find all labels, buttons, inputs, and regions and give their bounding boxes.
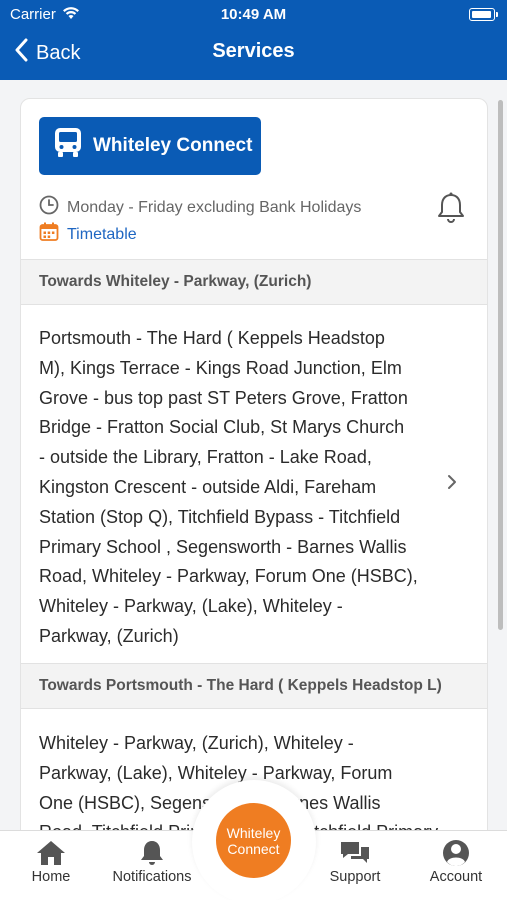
account-icon xyxy=(443,840,469,867)
stops-line: Primary School , Segensworth - Barnes Wa… xyxy=(39,536,407,557)
stops-line: Grove - bus top past ST Peters Grove, Fr… xyxy=(39,387,408,408)
direction-heading-2: Towards Portsmouth - The Hard ( Keppels … xyxy=(21,663,487,709)
center-button-line2: Connect xyxy=(227,840,280,857)
tab-home[interactable]: Home xyxy=(1,839,101,885)
schedule-row: Monday - Friday excluding Bank Holidays xyxy=(39,195,361,220)
bell-icon[interactable] xyxy=(435,191,467,225)
tab-support-label: Support xyxy=(329,869,381,885)
scrollbar[interactable] xyxy=(498,100,503,630)
stops-line: Bridge - Fratton Social Club, St Marys C… xyxy=(39,417,405,438)
calendar-icon xyxy=(39,222,59,247)
stops-line: Station (Stop Q), Titchfield Bypass - Ti… xyxy=(39,506,401,527)
service-card: Whiteley Connect Monday - Friday excludi… xyxy=(20,98,488,858)
tab-home-label: Home xyxy=(31,869,71,885)
chevron-right-icon[interactable] xyxy=(445,473,459,491)
stops-line: - outside the Library, Fratton - Lake Ro… xyxy=(39,447,372,468)
route-button[interactable]: Whiteley Connect xyxy=(39,117,261,175)
center-button-line1: Whiteley xyxy=(226,824,281,841)
timetable-label: Timetable xyxy=(67,225,137,243)
stops-list-1[interactable]: Portsmouth - The Hard ( Keppels Headstop… xyxy=(39,324,439,652)
tab-account-label: Account xyxy=(429,869,483,885)
home-icon xyxy=(37,841,65,865)
page-title: Services xyxy=(212,40,295,62)
clock-icon xyxy=(39,195,59,220)
app-header: Carrier 10:49 AM Back Services xyxy=(0,0,507,80)
tab-notifications[interactable]: Notifications xyxy=(102,839,202,885)
status-time: 10:49 AM xyxy=(220,6,287,23)
timetable-link[interactable]: Timetable xyxy=(39,222,137,247)
status-bar: Carrier 10:49 AM xyxy=(0,4,507,26)
stops-line: Portsmouth - The Hard ( Keppels Headstop xyxy=(39,328,385,348)
battery-icon xyxy=(469,8,498,21)
stops-line: Kingston Crescent - outside Aldi, Fareha… xyxy=(39,476,377,497)
route-name: Whiteley Connect xyxy=(93,135,253,156)
tab-account[interactable]: Account xyxy=(406,839,506,885)
stops-line: Road, Whiteley - Parkway, Forum One (HSB… xyxy=(39,566,418,587)
bus-icon xyxy=(53,127,83,165)
notification-bell-icon xyxy=(141,841,163,865)
schedule-text: Monday - Friday excluding Bank Holidays xyxy=(67,198,362,216)
stops-line: Parkway, (Zurich) xyxy=(39,625,179,646)
stops-line: M), Kings Terrace - Kings Road Junction,… xyxy=(39,357,402,378)
direction-heading-1: Towards Whiteley - Parkway, (Zurich) xyxy=(21,259,487,305)
stops-line: Whiteley - Parkway, (Lake), Whiteley - xyxy=(39,596,343,617)
whiteley-connect-center-button[interactable]: Whiteley Connect xyxy=(216,803,291,878)
support-chat-icon xyxy=(341,842,369,863)
tab-notifications-label: Notifications xyxy=(112,869,192,885)
tab-support[interactable]: Support xyxy=(305,839,405,885)
stops-line: Whiteley - Parkway, (Zurich), Whiteley - xyxy=(39,733,354,753)
